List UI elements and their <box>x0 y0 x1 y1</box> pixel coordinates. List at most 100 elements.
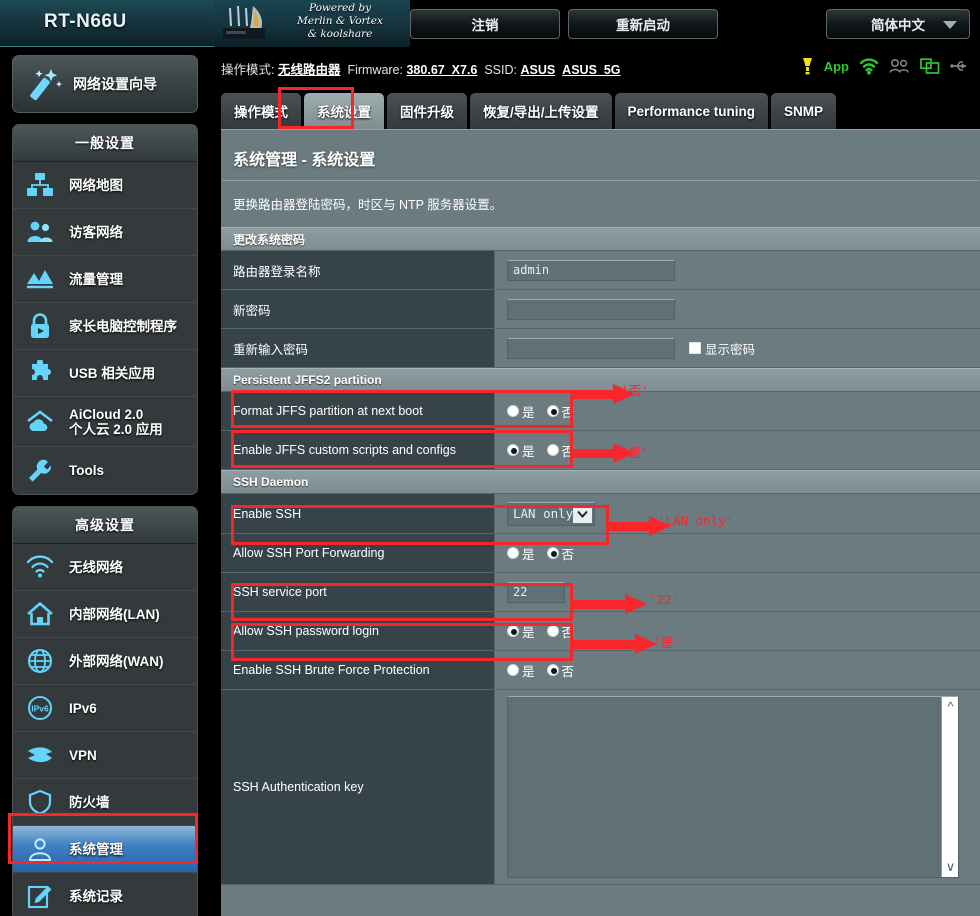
row-label: Enable SSH Brute Force Protection <box>221 651 495 689</box>
sidebar-item-label: 访客网络 <box>69 224 123 240</box>
tab-restore-save-upload[interactable]: 恢复/导出/上传设置 <box>470 93 612 129</box>
table-row-enable-jffs-scripts: Enable JFFS custom scripts and configs 是… <box>221 431 980 470</box>
main-content: 操作模式 系统设置 固件升级 恢复/导出/上传设置 Performance tu… <box>210 87 980 916</box>
chevron-down-icon <box>943 21 957 29</box>
ssh-brute-force-radio-group[interactable]: 是 否 <box>507 661 586 680</box>
guest-users-icon[interactable] <box>889 58 910 74</box>
chevron-up-icon[interactable]: ^ <box>944 699 957 714</box>
row-value: 是 否 <box>495 534 980 572</box>
ssh-port-forwarding-radio-group[interactable]: 是 否 <box>507 544 586 563</box>
sidebar-item-vpn[interactable]: VPN <box>13 732 197 779</box>
radio-option-no[interactable]: 否 <box>546 402 575 421</box>
sidebar-item-network-map[interactable]: 网络地图 <box>13 162 197 209</box>
table-row-ssh-service-port: SSH service port <box>221 573 980 612</box>
row-value <box>495 573 980 611</box>
radio-option-yes[interactable]: 是 <box>507 544 535 563</box>
format-jffs-radio-group[interactable]: 是 否 <box>507 402 586 421</box>
radio-option-yes[interactable]: 是 <box>507 661 535 680</box>
language-selector[interactable]: 简体中文 <box>826 9 970 39</box>
sidebar-item-label: USB 相关应用 <box>69 365 156 381</box>
tab-operation-mode[interactable]: 操作模式 <box>221 93 301 129</box>
radio-label: 否 <box>561 405 575 420</box>
row-value: 是 否 <box>495 651 980 689</box>
usb-icon[interactable] <box>950 59 970 73</box>
retype-password-input[interactable] <box>507 337 675 359</box>
ssid-2g-value[interactable]: ASUS <box>520 63 555 77</box>
logout-button[interactable]: 注销 <box>410 9 560 39</box>
row-label: Enable JFFS custom scripts and configs <box>221 431 495 469</box>
sidebar-item-lan[interactable]: 内部网络(LAN) <box>13 591 197 638</box>
sidebar-item-label: Tools <box>69 463 104 478</box>
radio-icon <box>546 405 559 417</box>
ssh-service-port-input[interactable] <box>507 581 565 603</box>
settings-panel: 系统管理 - 系统设置 更换路由器登陆密码，时区与 NTP 服务器设置。 更改系… <box>221 129 980 916</box>
enable-ssh-select[interactable]: LAN only <box>507 501 595 526</box>
radio-label: 否 <box>561 444 575 459</box>
sidebar-item-aicloud[interactable]: AiCloud 2.0 个人云 2.0 应用 <box>13 397 197 447</box>
ssh-auth-key-textarea[interactable]: ^ ∨ <box>507 696 959 878</box>
top-header-bar: RT-N66U Powered by Merlin & Vortex & koo… <box>0 0 980 47</box>
sidebar-item-guest-network[interactable]: 访客网络 <box>13 209 197 256</box>
radio-icon <box>507 625 519 637</box>
section-header-password: 更改系统密码 <box>221 227 980 251</box>
sidebar-item-label-line2: 个人云 2.0 应用 <box>69 421 163 437</box>
radio-option-no[interactable]: 否 <box>546 441 575 460</box>
ssh-password-login-radio-group[interactable]: 是 否 <box>507 622 586 641</box>
tab-performance-tuning[interactable]: Performance tuning <box>614 93 769 129</box>
sidebar-group-general-header: 一般设置 <box>13 125 197 162</box>
radio-option-no[interactable]: 否 <box>546 622 574 641</box>
radio-option-yes[interactable]: 是 <box>507 441 535 460</box>
sidebar-item-label: VPN <box>69 747 97 763</box>
sidebar-item-administration[interactable]: 系统管理 <box>13 826 197 873</box>
usb-application-icon <box>25 358 55 388</box>
radio-option-no[interactable]: 否 <box>546 661 574 680</box>
radio-icon <box>546 444 559 456</box>
router-admin-page: RT-N66U Powered by Merlin & Vortex & koo… <box>0 0 980 916</box>
table-row-enable-ssh: Enable SSH LAN only <box>221 494 980 534</box>
sidebar-item-label: 无线网络 <box>69 559 123 575</box>
sidebar-item-firewall[interactable]: 防火墙 <box>13 779 197 826</box>
wifi-icon[interactable] <box>859 57 879 75</box>
sidebar-item-parental-control[interactable]: 家长电脑控制程序 <box>13 303 197 350</box>
sidebar-item-tools[interactable]: Tools <box>13 447 197 494</box>
router-login-name-input[interactable] <box>507 259 675 281</box>
screen-cast-icon[interactable] <box>920 57 940 75</box>
sidebar-item-label: AiCloud 2.0 个人云 2.0 应用 <box>69 407 163 437</box>
sidebar-group-general: 一般设置 网络地图 访客网络 流量管理 家长电脑控制程序 USB 相关应用 Ai… <box>12 124 198 495</box>
radio-option-no[interactable]: 否 <box>546 544 574 563</box>
operation-mode-value[interactable]: 无线路由器 <box>278 63 341 77</box>
radio-option-yes[interactable]: 是 <box>507 622 535 641</box>
radio-option-yes[interactable]: 是 <box>507 402 535 421</box>
sidebar-item-network-wizard[interactable]: 网络设置向导 <box>12 55 198 113</box>
sidebar-item-wan[interactable]: 外部网络(WAN) <box>13 638 197 685</box>
logo-line-1: Powered by <box>308 2 372 14</box>
tab-system-settings[interactable]: 系统设置 <box>304 93 384 129</box>
row-label: Format JFFS partition at next boot <box>221 392 495 430</box>
sidebar-item-wireless[interactable]: 无线网络 <box>13 544 197 591</box>
sidebar-item-traffic-manager[interactable]: 流量管理 <box>13 256 197 303</box>
sidebar-group-advanced-header: 高级设置 <box>13 507 197 544</box>
checkbox-label: 显示密码 <box>705 342 756 357</box>
sidebar-item-system-log[interactable]: 系统记录 <box>13 873 197 916</box>
app-icon[interactable]: App <box>824 59 849 74</box>
aicloud-icon <box>25 407 55 437</box>
enable-jffs-scripts-radio-group[interactable]: 是 否 <box>507 441 586 460</box>
show-password-checkbox[interactable]: 显示密码 <box>689 339 755 358</box>
sidebar-item-ipv6[interactable]: IPv6 IPv6 <box>13 685 197 732</box>
sidebar-navigation: 网络设置向导 一般设置 网络地图 访客网络 流量管理 家长电脑控制程序 USB … <box>0 47 210 916</box>
network-map-icon <box>25 170 55 200</box>
ssid-5g-value[interactable]: ASUS_5G <box>562 63 620 77</box>
firmware-version-value[interactable]: 380.67_X7.6 <box>406 63 477 77</box>
reboot-button[interactable]: 重新启动 <box>568 9 718 39</box>
textarea-scrollbar[interactable]: ^ ∨ <box>941 697 958 877</box>
row-label: Allow SSH password login <box>221 612 495 650</box>
tab-snmp[interactable]: SNMP <box>771 93 837 129</box>
firmware-label: Firmware: <box>347 63 403 77</box>
chevron-down-icon[interactable]: ∨ <box>944 859 957 875</box>
new-password-input[interactable] <box>507 298 675 320</box>
tab-firmware-upgrade[interactable]: 固件升级 <box>387 93 467 129</box>
sidebar-item-usb-application[interactable]: USB 相关应用 <box>13 350 197 397</box>
powered-by-text: Powered by Merlin & Vortex & koolshare <box>270 2 410 41</box>
notification-icon[interactable] <box>801 57 814 75</box>
table-row-retype-password: 重新输入密码 显示密码 <box>221 329 980 368</box>
